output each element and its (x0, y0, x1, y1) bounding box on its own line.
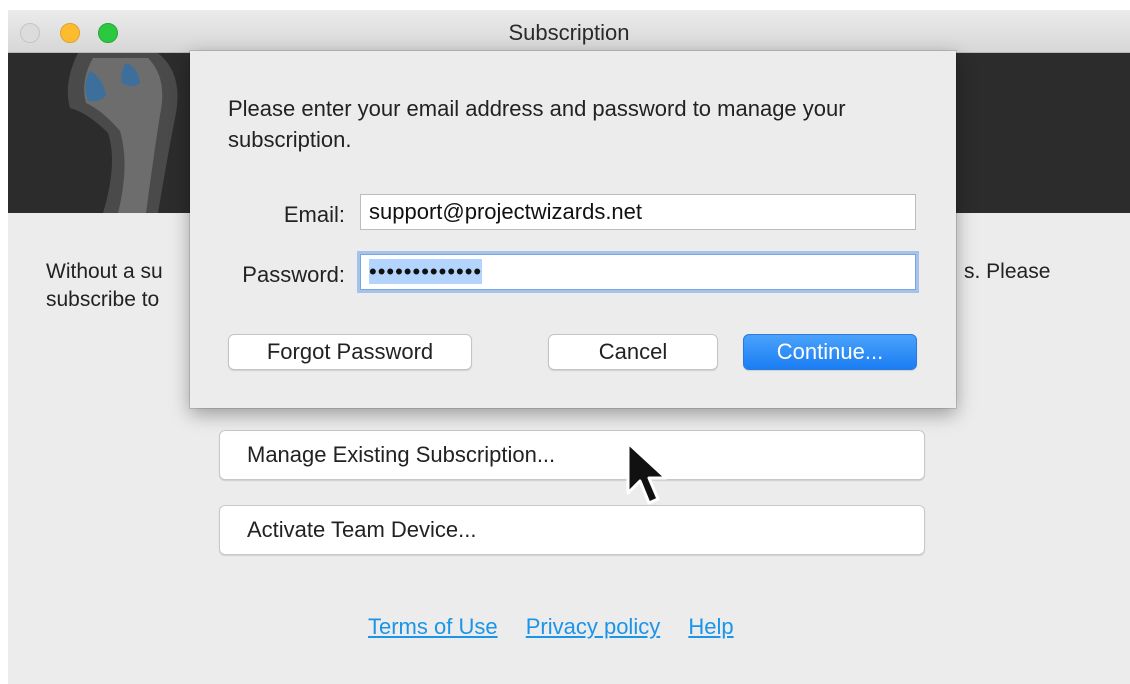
password-value: ••••••••••••• (369, 259, 483, 284)
activate-team-device-button[interactable]: Activate Team Device... (219, 505, 925, 555)
manage-subscription-button[interactable]: Manage Existing Subscription... (219, 430, 925, 480)
terms-of-use-link[interactable]: Terms of Use (368, 614, 498, 639)
privacy-policy-link[interactable]: Privacy policy (526, 614, 660, 639)
forgot-password-button[interactable]: Forgot Password (228, 334, 472, 370)
title-bar: Subscription (8, 10, 1130, 53)
help-link[interactable]: Help (688, 614, 733, 639)
login-sheet: Please enter your email address and pass… (190, 51, 956, 408)
description-line-1-right: s. Please (964, 260, 1051, 283)
password-label: Password: (242, 262, 345, 287)
email-label: Email: (283, 202, 345, 227)
cancel-button[interactable]: Cancel (548, 334, 718, 370)
window-title: Subscription (508, 20, 630, 45)
sheet-message: Please enter your email address and pass… (228, 96, 846, 152)
footer-links: Terms of Use Privacy policy Help (368, 614, 756, 640)
password-field[interactable]: ••••••••••••• (360, 254, 916, 290)
mouse-pointer-icon (626, 441, 668, 505)
continue-button[interactable]: Continue... (743, 334, 917, 370)
email-field[interactable]: support@projectwizards.net (360, 194, 916, 230)
